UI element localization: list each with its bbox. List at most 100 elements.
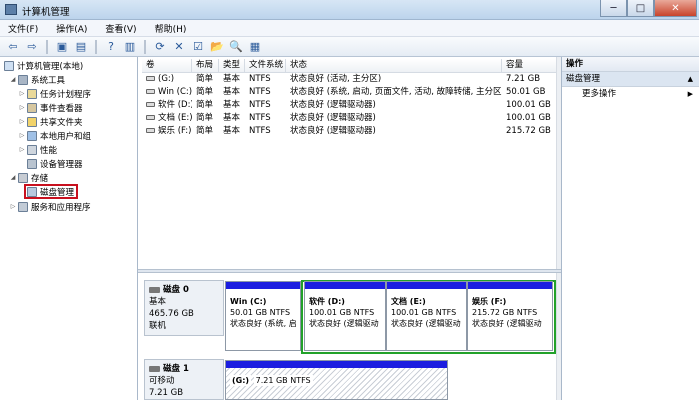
volume-filesystem: NTFS bbox=[249, 100, 271, 110]
up-folder-icon[interactable]: ▣ bbox=[54, 39, 70, 55]
volume-status: 状态良好 (系统, 启动, 页面文件, 活动, 故障转储, 主分区 bbox=[290, 87, 502, 97]
console-icon[interactable]: ▥ bbox=[122, 39, 138, 55]
partition-status: 状态良好 (系统, 启 bbox=[230, 319, 297, 328]
scheduler-icon bbox=[27, 88, 37, 99]
drive-icon bbox=[146, 102, 155, 107]
actions-section-disk-management[interactable]: 磁盘管理 ▲ bbox=[562, 72, 699, 87]
volume-status: 状态良好 (逻辑驱动器) bbox=[290, 113, 376, 123]
volume-type: 基本 bbox=[223, 126, 241, 136]
volume-capacity: 50.01 GB bbox=[506, 87, 546, 97]
maximize-button[interactable]: □ bbox=[627, 0, 654, 17]
column-header-capacity[interactable]: 容量 bbox=[502, 59, 556, 73]
disk-icon bbox=[149, 365, 160, 372]
services-icon bbox=[18, 201, 28, 212]
tree-item-shared-folders[interactable]: ▷ 共享文件夹 bbox=[18, 115, 83, 128]
volume-layout: 简单 bbox=[196, 113, 214, 123]
export-icon[interactable]: ▦ bbox=[247, 39, 263, 55]
forward-icon[interactable]: ⇨ bbox=[24, 39, 40, 55]
back-icon[interactable]: ⇦ bbox=[5, 39, 21, 55]
partition-c[interactable]: Win (C:) 50.01 GB NTFS 状态良好 (系统, 启 bbox=[225, 281, 301, 351]
table-row[interactable]: (G:) 简单 基本 NTFS 状态良好 (活动, 主分区) 7.21 GB bbox=[142, 73, 556, 86]
partition-e[interactable]: 文档 (E:) 100.01 GB NTFS 状态良好 (逻辑驱动 bbox=[386, 281, 467, 351]
menu-action[interactable]: 操作(A) bbox=[56, 22, 87, 35]
toolbar: ⇦ ⇨ ▣ ▤ ? ▥ ⟳ ✕ ☑ 📂 🔍 ▦ bbox=[0, 37, 699, 57]
close-button[interactable]: ✕ bbox=[654, 0, 697, 17]
partition-size: 7.21 GB NTFS bbox=[253, 375, 313, 386]
disk-management-icon bbox=[27, 186, 37, 197]
column-header-volume[interactable]: 卷 bbox=[142, 59, 192, 73]
device-manager-icon bbox=[27, 158, 37, 169]
partition-g[interactable]: (G:) 7.21 GB NTFS bbox=[225, 360, 448, 400]
volume-type: 基本 bbox=[223, 100, 241, 110]
volume-list-header: 卷 布局 类型 文件系统 状态 容量 bbox=[142, 59, 556, 73]
expand-arrow-icon[interactable]: ▷ bbox=[18, 132, 26, 139]
tree-item-disk-management[interactable]: 磁盘管理 bbox=[24, 184, 79, 199]
properties-icon[interactable]: ☑ bbox=[190, 39, 206, 55]
table-row[interactable]: 软件 (D:) 简单 基本 NTFS 状态良好 (逻辑驱动器) 100.01 G… bbox=[142, 99, 556, 112]
disk-1-info[interactable]: 磁盘 1 可移动 7.21 GB bbox=[144, 359, 224, 400]
toolbar-separator bbox=[144, 39, 146, 54]
collapse-arrow-icon[interactable]: ◢ bbox=[9, 174, 17, 181]
tree-item-task-scheduler[interactable]: ▷ 任务计划程序 bbox=[18, 87, 91, 100]
volume-layout: 简单 bbox=[196, 87, 214, 97]
performance-icon bbox=[27, 144, 37, 155]
menu-bar: 文件(F) 操作(A) 查看(V) 帮助(H) bbox=[0, 20, 699, 37]
tree-item-performance[interactable]: ▷ 性能 bbox=[18, 143, 57, 156]
partition-status: 状态良好 (逻辑驱动 bbox=[472, 319, 542, 328]
refresh-icon[interactable]: ⟳ bbox=[152, 39, 168, 55]
tree-item-storage[interactable]: ◢ 存储 bbox=[9, 171, 48, 184]
disk-1-label: 磁盘 1 bbox=[163, 364, 189, 374]
partition-size: 100.01 GB NTFS bbox=[309, 308, 375, 317]
tree-item-device-manager[interactable]: 设备管理器 bbox=[26, 157, 83, 170]
shared-folder-icon bbox=[27, 116, 37, 127]
expand-arrow-icon[interactable]: ▷ bbox=[18, 118, 26, 125]
help-icon[interactable]: ? bbox=[103, 39, 119, 55]
collapse-arrow-icon[interactable]: ◢ bbox=[9, 76, 17, 83]
tree-item-system-tools[interactable]: ◢ 系统工具 bbox=[9, 73, 65, 86]
partition-d[interactable]: 软件 (D:) 100.01 GB NTFS 状态良好 (逻辑驱动 bbox=[304, 281, 386, 351]
disk-0-status: 联机 bbox=[149, 321, 167, 331]
disk-0-info[interactable]: 磁盘 0 基本 465.76 GB 联机 bbox=[144, 280, 224, 336]
volume-name: 文档 (E:) bbox=[158, 113, 192, 123]
menu-help[interactable]: 帮助(H) bbox=[155, 22, 187, 35]
column-header-status[interactable]: 状态 bbox=[286, 59, 502, 73]
disk-1-type: 可移动 bbox=[149, 376, 175, 386]
disk-0-type: 基本 bbox=[149, 297, 167, 307]
column-header-type[interactable]: 类型 bbox=[219, 59, 245, 73]
volume-capacity: 7.21 GB bbox=[506, 74, 541, 84]
search-icon[interactable]: 🔍 bbox=[228, 39, 244, 55]
volume-layout: 简单 bbox=[196, 126, 214, 136]
collapse-arrow-icon[interactable]: ▲ bbox=[688, 72, 693, 87]
table-row[interactable]: Win (C:) 简单 基本 NTFS 状态良好 (系统, 启动, 页面文件, … bbox=[142, 86, 556, 99]
expand-arrow-icon[interactable]: ▷ bbox=[18, 104, 26, 111]
tree-item-event-viewer[interactable]: ▷ 事件查看器 bbox=[18, 101, 83, 114]
expand-arrow-icon[interactable]: ▷ bbox=[9, 203, 17, 210]
drive-icon bbox=[146, 128, 155, 133]
partition-size: 215.72 GB NTFS bbox=[472, 308, 538, 317]
volume-name: Win (C:) bbox=[158, 87, 192, 97]
open-folder-icon[interactable]: 📂 bbox=[209, 39, 225, 55]
tree-item-root[interactable]: 计算机管理(本地) bbox=[3, 59, 83, 72]
partition-size: 100.01 GB NTFS bbox=[391, 308, 457, 317]
menu-file[interactable]: 文件(F) bbox=[8, 22, 38, 35]
toolbar-separator bbox=[46, 39, 48, 54]
expand-arrow-icon[interactable]: ▷ bbox=[18, 146, 26, 153]
minimize-button[interactable]: ─ bbox=[600, 0, 627, 17]
delete-icon[interactable]: ✕ bbox=[171, 39, 187, 55]
partition-name: (G:) bbox=[230, 375, 252, 386]
expand-arrow-icon[interactable]: ▷ bbox=[18, 90, 26, 97]
show-tree-icon[interactable]: ▤ bbox=[73, 39, 89, 55]
more-actions[interactable]: 更多操作 ▶ bbox=[562, 87, 699, 102]
tree-item-services[interactable]: ▷ 服务和应用程序 bbox=[9, 200, 91, 213]
volume-capacity: 100.01 GB bbox=[506, 113, 551, 123]
tree-item-local-users[interactable]: ▷ 本地用户和组 bbox=[18, 129, 91, 142]
column-header-filesystem[interactable]: 文件系统 bbox=[245, 59, 286, 73]
volume-filesystem: NTFS bbox=[249, 74, 271, 84]
table-row[interactable]: 文档 (E:) 简单 基本 NTFS 状态良好 (逻辑驱动器) 100.01 G… bbox=[142, 112, 556, 125]
computer-management-icon bbox=[5, 4, 17, 15]
column-header-layout[interactable]: 布局 bbox=[192, 59, 219, 73]
partition-f[interactable]: 娱乐 (F:) 215.72 GB NTFS 状态良好 (逻辑驱动 bbox=[467, 281, 553, 351]
table-row[interactable]: 娱乐 (F:) 简单 基本 NTFS 状态良好 (逻辑驱动器) 215.72 G… bbox=[142, 125, 556, 138]
actions-pane: 操作 磁盘管理 ▲ 更多操作 ▶ bbox=[561, 57, 699, 400]
menu-view[interactable]: 查看(V) bbox=[105, 22, 136, 35]
